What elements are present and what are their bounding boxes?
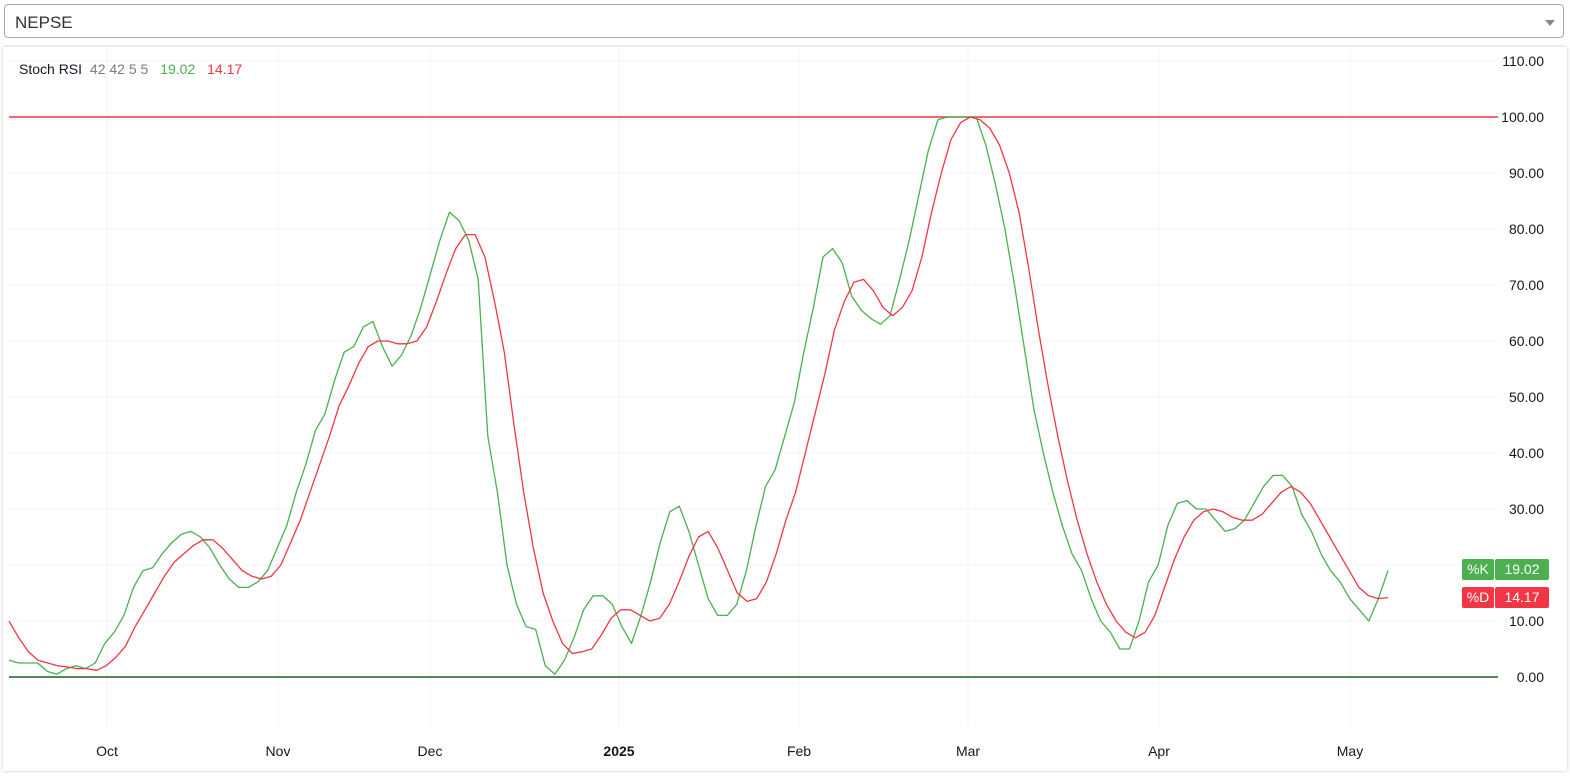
y-tick-label: 0.00	[1517, 669, 1544, 685]
x-axis: Oct Nov Dec 2025 Feb Mar Apr May	[96, 743, 1363, 759]
x-tick-label: Apr	[1148, 743, 1170, 759]
x-tick-label: Mar	[956, 743, 980, 759]
series	[8, 116, 1389, 675]
k-tag: %K 19.02	[1462, 559, 1549, 580]
x-tick-label: Dec	[418, 743, 443, 759]
d-tag-value: 14.17	[1504, 589, 1539, 605]
x-tick-label: Feb	[787, 743, 811, 759]
d-tag-label: %D	[1467, 589, 1490, 605]
legend-k-value: 19.02	[160, 61, 195, 77]
k-tag-value: 19.02	[1504, 561, 1539, 577]
d-tag: %D 14.17	[1462, 587, 1549, 608]
y-tick-label: 40.00	[1509, 445, 1544, 461]
k-tag-label: %K	[1467, 561, 1489, 577]
symbol-select[interactable]: NEPSE	[4, 4, 1564, 38]
x-tick-label: 2025	[603, 743, 634, 759]
x-tick-label: Nov	[266, 743, 291, 759]
legend: Stoch RSI 42 42 5 5 19.02 14.17	[19, 61, 242, 77]
grid	[9, 47, 1498, 727]
y-tick-label: 80.00	[1509, 221, 1544, 237]
legend-d-value: 14.17	[207, 61, 242, 77]
k-line	[8, 116, 1389, 675]
y-tick-label: 30.00	[1509, 501, 1544, 517]
stoch-rsi-chart[interactable]: 110.00 100.00 90.00 80.00 70.00 60.00 50.00 40.…	[3, 47, 1567, 771]
y-tick-label: 100.00	[1501, 109, 1544, 125]
legend-params: 42 42 5 5	[90, 61, 149, 77]
y-tick-label: 60.00	[1509, 333, 1544, 349]
symbol-select-value: NEPSE	[15, 13, 73, 32]
y-tick-label: 10.00	[1509, 613, 1544, 629]
y-tick-label: 90.00	[1509, 165, 1544, 181]
legend-name: Stoch RSI	[19, 61, 82, 77]
x-tick-label: Oct	[96, 743, 118, 759]
chart-panel[interactable]: 110.00 100.00 90.00 80.00 70.00 60.00 50.00 40.…	[3, 47, 1567, 771]
y-tick-label: 110.00	[1502, 53, 1544, 69]
y-tick-label: 50.00	[1509, 389, 1544, 405]
x-tick-label: May	[1337, 743, 1363, 759]
chevron-down-icon[interactable]	[1545, 20, 1555, 26]
y-tick-label: 70.00	[1509, 277, 1544, 293]
d-line	[8, 116, 1389, 671]
